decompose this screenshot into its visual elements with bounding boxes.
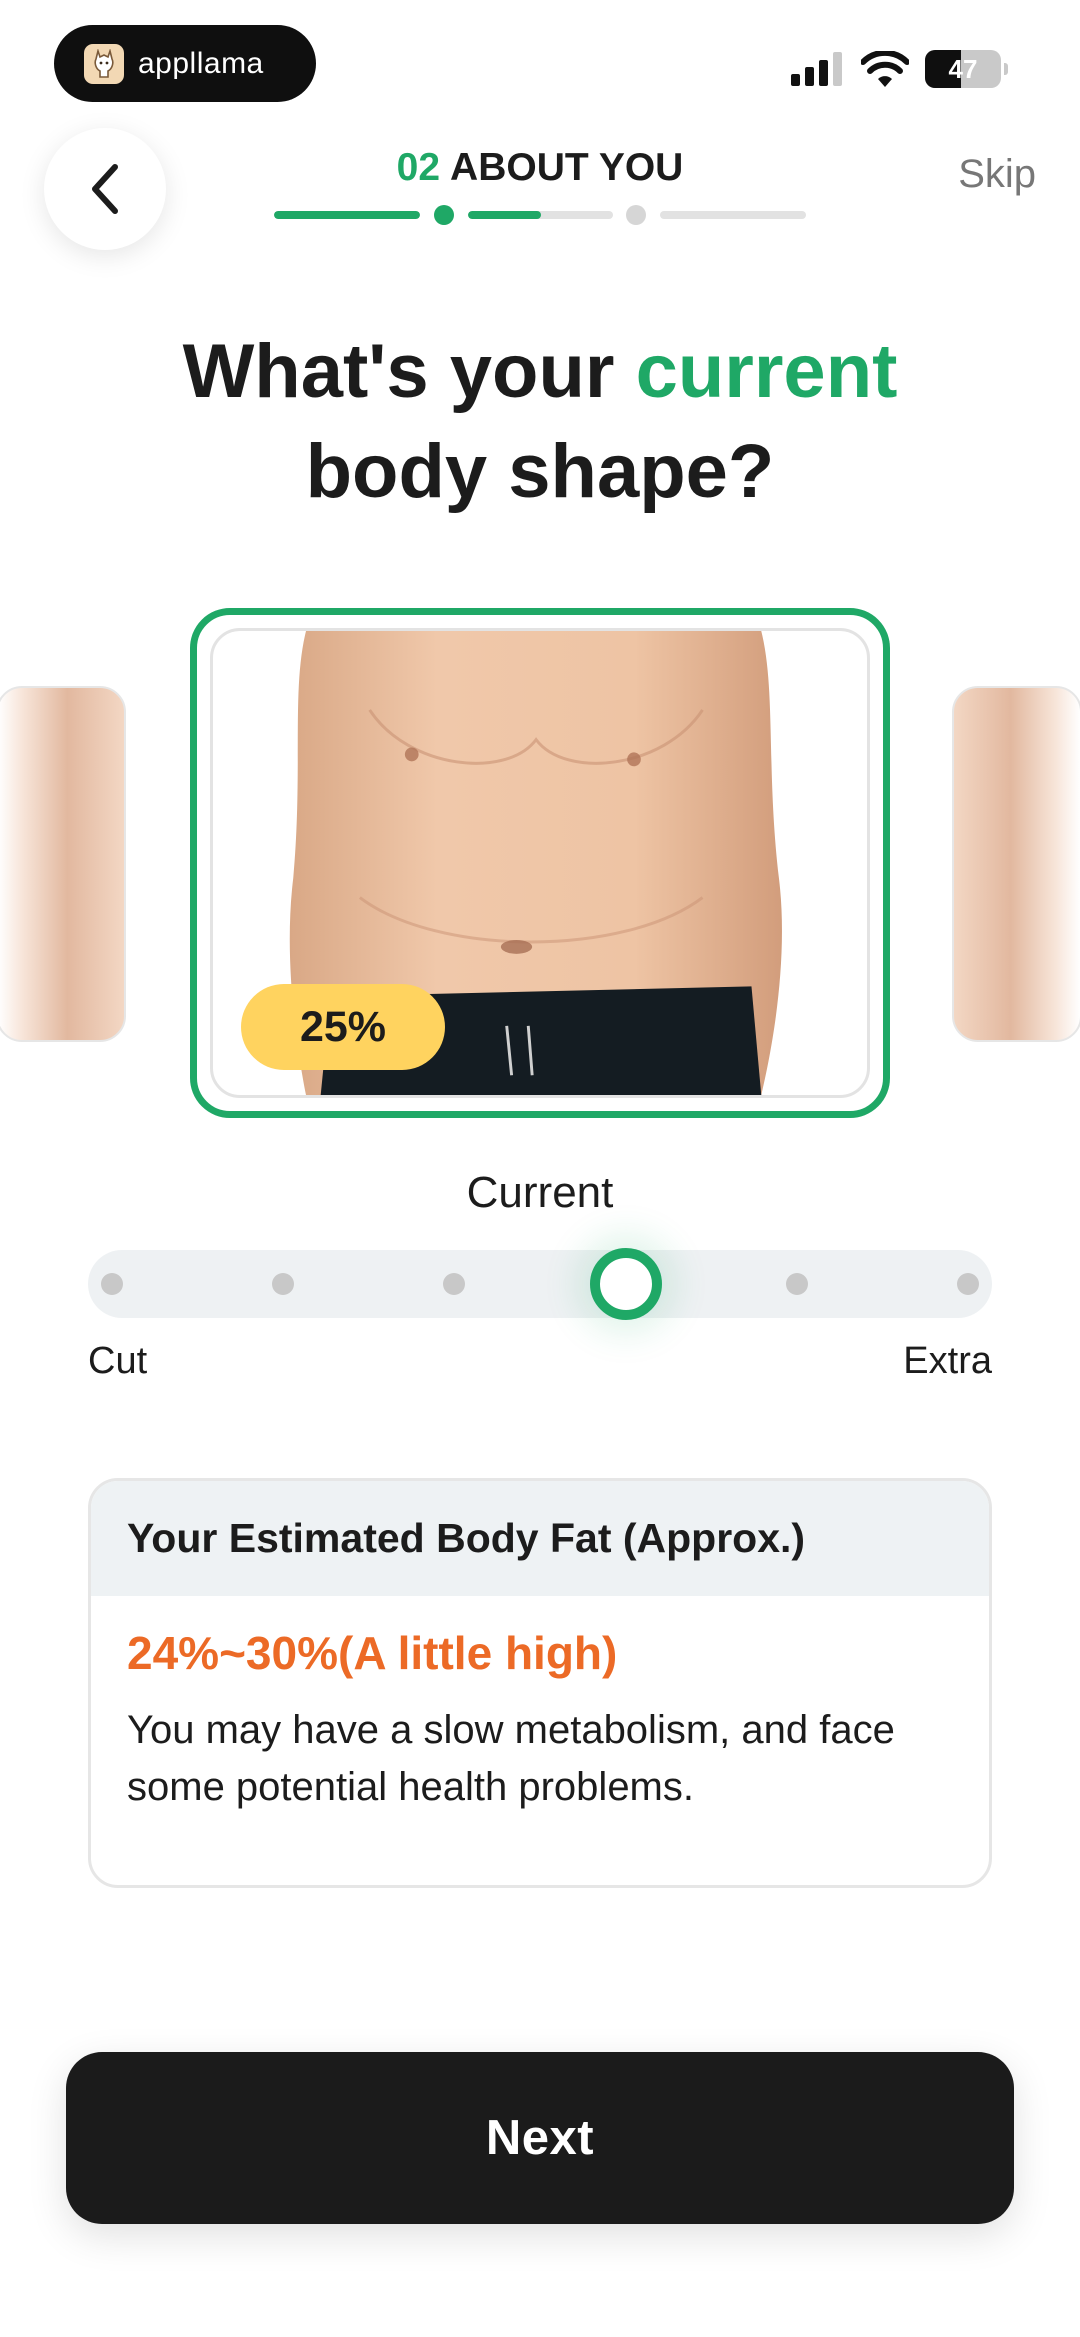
next-button[interactable]: Next [66,2052,1014,2224]
question-prefix: What's your [182,329,615,414]
app-name: appllama [138,46,264,80]
status-icons: 47 [791,50,1008,88]
slider-stop[interactable] [101,1273,123,1295]
progress-segment [660,211,806,219]
estimate-description: You may have a slow metabolism, and face… [127,1708,895,1809]
shape-label: Current [466,1168,614,1217]
progress-dot [434,205,454,225]
step-progress-bar [274,204,806,226]
llama-logo-icon [84,43,124,84]
scale-max-label: Extra [903,1340,992,1382]
step-label: ABOUT YOU [450,146,684,189]
skip-button[interactable]: Skip [958,152,1036,197]
body-shape-card-selected[interactable]: 25% [190,608,890,1118]
battery-icon: 47 [925,50,1001,88]
body-shape-slider[interactable] [88,1248,992,1320]
progress-dot [626,205,646,225]
step-title: 02 ABOUT YOU [0,146,1080,190]
question-line-1: What's your current [0,322,1080,422]
app-pill[interactable]: appllama [54,25,316,102]
slider-stop[interactable] [272,1273,295,1295]
battery-level: 47 [948,53,978,84]
cellular-signal-icon [791,52,842,86]
body-shape-image: 25% [210,628,870,1098]
question-line-2: body shape? [305,429,775,514]
body-shape-card-previous[interactable] [0,686,126,1042]
progress-segment [468,211,613,219]
slider-stop[interactable] [443,1273,466,1295]
wifi-icon [861,51,909,87]
battery-cap [1004,63,1008,75]
status-bar: appllama 47 [0,0,1080,130]
body-fat-estimate-card: Your Estimated Body Fat (Approx.) 24%~30… [88,1478,992,1888]
body-fat-percent-badge: 25% [241,984,445,1070]
slider-thumb[interactable] [589,1248,662,1320]
progress-segment-fill [468,211,541,219]
body-shape-card-next[interactable] [952,686,1080,1042]
progress-segment [274,211,420,219]
scale-min-label: Cut [88,1340,148,1382]
progress-segment-fill [274,211,420,219]
slider-stop[interactable] [785,1273,808,1295]
estimate-title: Your Estimated Body Fat (Approx.) [91,1481,989,1596]
estimate-range: 24%~30%(A little high) [127,1627,618,1679]
question-accent: current [635,329,898,414]
step-number: 02 [396,146,441,189]
question-heading: What's your current body shape? [0,322,1080,522]
slider-stop[interactable] [957,1273,979,1295]
